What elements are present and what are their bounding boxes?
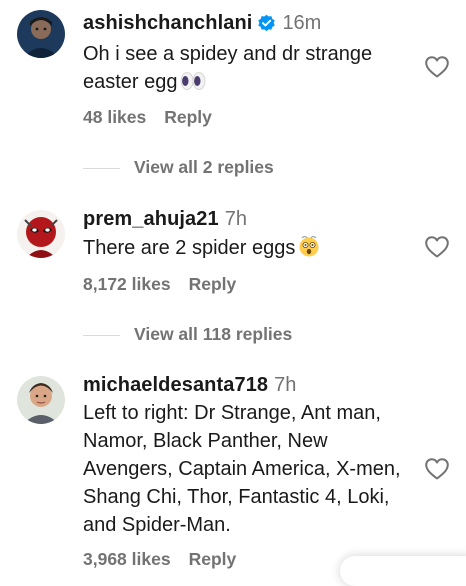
- comment-time: 7h: [274, 374, 297, 396]
- reply-button[interactable]: Reply: [189, 274, 237, 295]
- comment-meta: 48 likes Reply: [83, 107, 212, 128]
- view-replies-button[interactable]: View all 2 replies: [134, 157, 274, 178]
- comment-text: Left to right: Dr Strange, Ant man, Namo…: [83, 402, 401, 536]
- comment-meta: 8,172 likes Reply: [83, 274, 236, 295]
- reply-button[interactable]: Reply: [189, 549, 237, 570]
- astonished-emoji-icon: [297, 235, 321, 265]
- comment-time: 16m: [282, 12, 322, 34]
- reply-button[interactable]: Reply: [164, 107, 212, 128]
- like-heart-icon[interactable]: [425, 458, 449, 480]
- avatar[interactable]: [17, 10, 65, 58]
- avatar[interactable]: [17, 210, 65, 258]
- comment-item: ashishchanchlani 16m Oh i see a spidey a…: [0, 0, 466, 190]
- avatar-image: [17, 10, 65, 58]
- view-replies-button[interactable]: View all 118 replies: [134, 324, 292, 345]
- username[interactable]: michaeldesanta718: [83, 374, 268, 397]
- eyes-emoji-icon: [180, 71, 206, 99]
- avatar-image: [17, 210, 65, 258]
- comment-item: prem_ahuja21 7h There are 2 spider eggs …: [0, 200, 466, 360]
- verified-badge-icon: [257, 14, 276, 33]
- comment-header: michaeldesanta718 7h: [83, 374, 296, 397]
- username[interactable]: ashishchanchlani: [83, 12, 252, 35]
- like-heart-icon[interactable]: [425, 236, 449, 258]
- avatar[interactable]: [17, 376, 65, 424]
- comment-item: michaeldesanta718 7h Left to right: Dr S…: [0, 368, 466, 570]
- username[interactable]: prem_ahuja21: [83, 208, 219, 231]
- comment-text: Oh i see a spidey and dr strange easter …: [83, 43, 373, 93]
- comment-text: There are 2 spider eggs: [83, 237, 296, 259]
- replies-divider: [83, 335, 120, 336]
- replies-divider: [83, 168, 120, 169]
- comment-header: prem_ahuja21 7h: [83, 208, 247, 231]
- like-heart-icon[interactable]: [425, 56, 449, 78]
- comment-text-block: Oh i see a spidey and dr strange easter …: [83, 40, 418, 99]
- likes-count[interactable]: 8,172 likes: [83, 274, 171, 295]
- likes-count[interactable]: 3,968 likes: [83, 549, 171, 570]
- likes-count[interactable]: 48 likes: [83, 107, 146, 128]
- comment-meta: 3,968 likes Reply: [83, 549, 236, 570]
- comment-text-block: There are 2 spider eggs: [83, 234, 418, 265]
- floating-input-bar[interactable]: [340, 556, 466, 586]
- comment-header: ashishchanchlani 16m: [83, 12, 321, 35]
- avatar-image: [17, 376, 65, 424]
- comment-time: 7h: [224, 208, 247, 230]
